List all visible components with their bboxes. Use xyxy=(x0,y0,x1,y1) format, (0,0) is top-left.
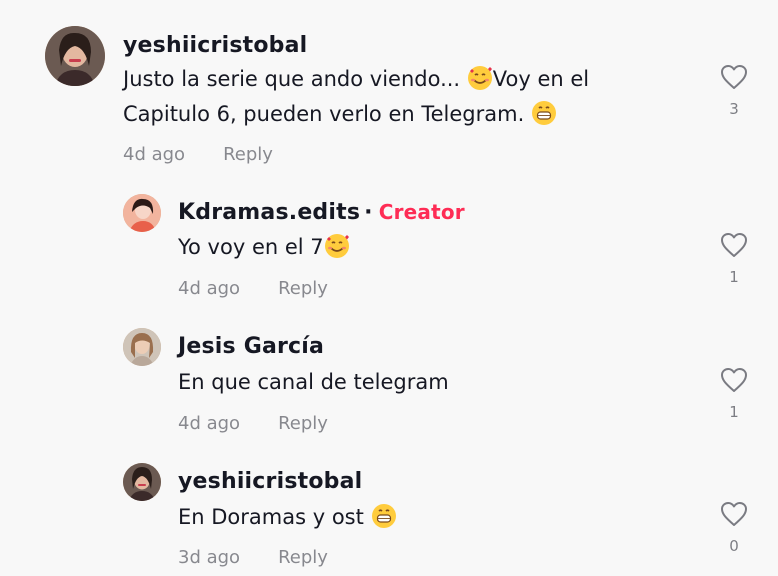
comment-text-part: En Doramas y ost xyxy=(178,505,371,529)
comment-time: 4d ago xyxy=(123,144,186,165)
avatar-image xyxy=(123,463,161,501)
avatar[interactable] xyxy=(123,194,161,232)
reply-username[interactable]: Kdramas.edits xyxy=(178,200,360,225)
smiling-face-with-hearts-emoji xyxy=(324,234,349,258)
heart-outline-icon xyxy=(721,233,747,257)
reply-button[interactable]: Reply xyxy=(278,413,328,434)
creator-badge: Creator xyxy=(378,200,465,224)
smiling-face-with-hearts-emoji xyxy=(467,66,492,90)
like-button[interactable]: 3 xyxy=(714,64,754,118)
heart-outline-icon xyxy=(721,65,747,89)
comment-meta: 4d ago Reply xyxy=(178,413,328,434)
like-count: 1 xyxy=(729,403,739,421)
avatar-image xyxy=(123,194,161,232)
like-count: 0 xyxy=(729,537,739,555)
like-count: 3 xyxy=(729,100,739,118)
comment-time: 4d ago xyxy=(178,413,241,434)
avatar-image xyxy=(123,328,161,366)
reply-button[interactable]: Reply xyxy=(278,547,328,568)
comment-meta: 4d ago Reply xyxy=(123,144,273,165)
separator-dot: · xyxy=(364,200,373,225)
comment-meta: 3d ago Reply xyxy=(178,547,328,568)
grinning-face-emoji xyxy=(531,101,556,125)
comment-text: Yo voy en el 7 xyxy=(178,230,350,265)
heart-outline-icon xyxy=(721,368,747,392)
avatar-image xyxy=(45,26,105,86)
comment-text: Justo la serie que ando viendo... Voy en… xyxy=(123,62,589,132)
like-button[interactable]: 1 xyxy=(714,367,754,421)
reply-button[interactable]: Reply xyxy=(278,278,328,299)
like-button[interactable]: 0 xyxy=(714,501,754,555)
comment-time: 4d ago xyxy=(178,278,241,299)
like-button[interactable]: 1 xyxy=(714,232,754,286)
avatar[interactable] xyxy=(123,328,161,366)
comment-text-part: Yo voy en el 7 xyxy=(178,235,324,259)
comment-text-part: Justo la serie que ando viendo... xyxy=(123,67,467,91)
comment-username[interactable]: Jesis García xyxy=(178,334,324,359)
comment-text: En que canal de telegram xyxy=(178,370,449,394)
comment-text-part: Voy en el xyxy=(492,67,590,91)
avatar[interactable] xyxy=(123,463,161,501)
grinning-face-emoji xyxy=(371,504,396,528)
comment-text-part: Capitulo 6, pueden verlo en Telegram. xyxy=(123,102,531,126)
comment-username: Kdramas.edits · Creator xyxy=(178,200,465,225)
comment-text: En Doramas y ost xyxy=(178,500,397,535)
comment-username[interactable]: yeshiicristobal xyxy=(123,33,307,58)
comment-username[interactable]: yeshiicristobal xyxy=(178,469,362,494)
heart-outline-icon xyxy=(721,502,747,526)
like-count: 1 xyxy=(729,268,739,286)
comment-time: 3d ago xyxy=(178,547,241,568)
comment-meta: 4d ago Reply xyxy=(178,278,328,299)
avatar[interactable] xyxy=(45,26,105,86)
reply-button[interactable]: Reply xyxy=(223,144,273,165)
